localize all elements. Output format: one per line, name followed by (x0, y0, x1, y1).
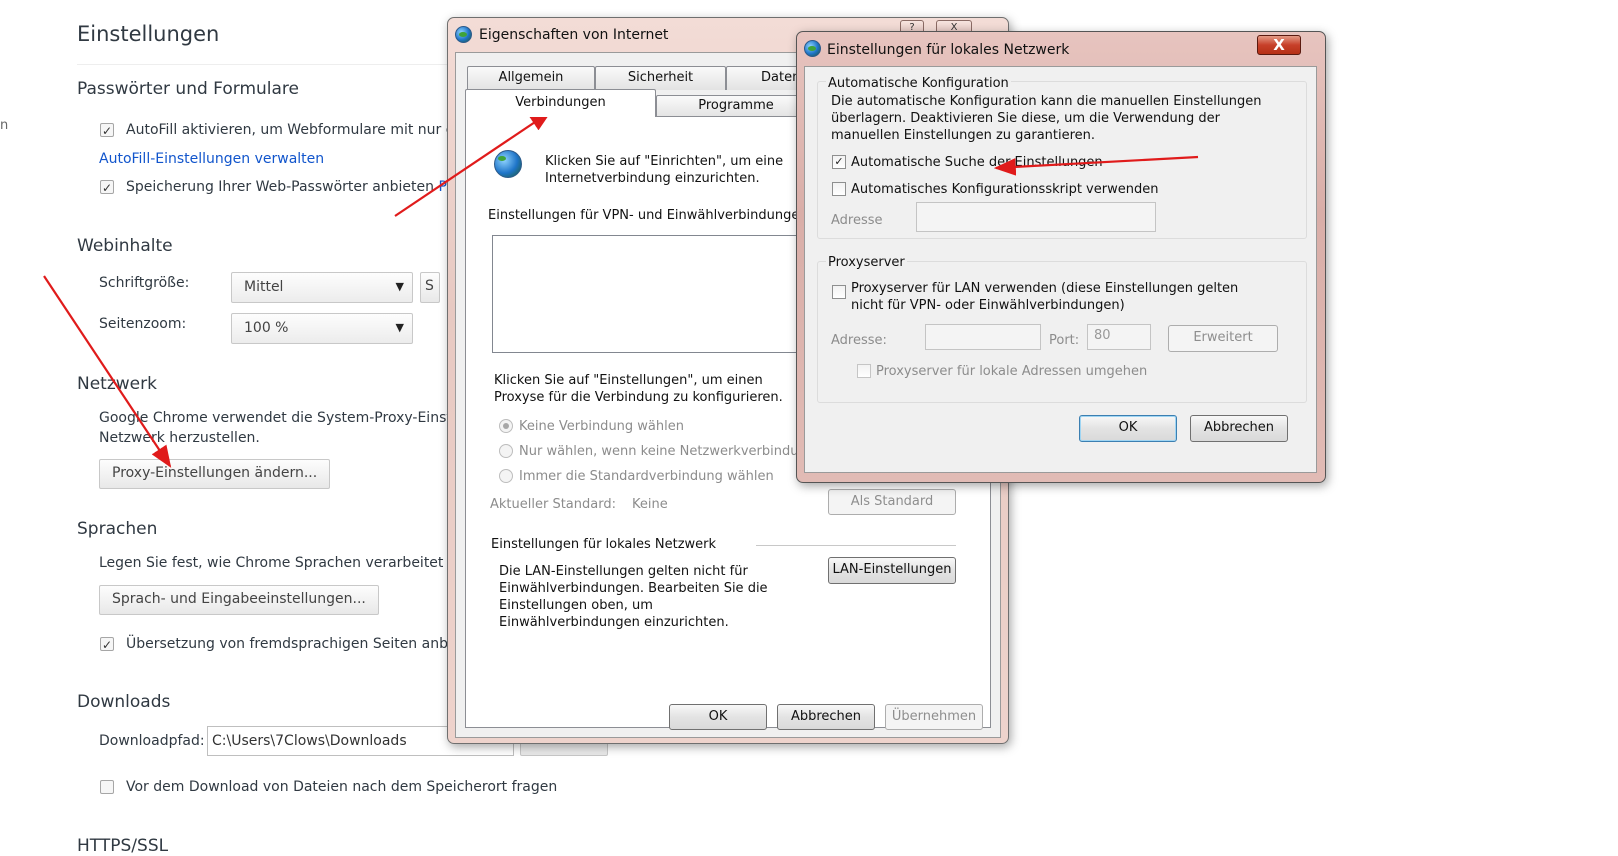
language-settings-button[interactable]: Sprach- und Eingabeeinstellungen... (99, 585, 379, 615)
port-field[interactable]: 80 (1087, 324, 1151, 350)
radio-no-dial[interactable] (499, 419, 513, 433)
internet-globe-icon (455, 26, 472, 43)
lan-divider (756, 545, 956, 546)
script-address-field[interactable] (916, 202, 1156, 232)
translate-label: Übersetzung von fremdsprachigen Seiten a… (126, 636, 461, 652)
proxy-settings-button[interactable]: Proxy-Einstellungen ändern... (99, 459, 331, 489)
auto-detect-label: Automatische Suche der Einstellungen (851, 155, 1103, 170)
section-downloads-heading: Downloads (77, 692, 171, 712)
autofill-checkbox[interactable]: ✓ (100, 123, 114, 138)
bypass-local-checkbox[interactable] (857, 364, 871, 378)
ask-download-location-label: Vor dem Download von Dateien nach dem Sp… (126, 779, 558, 795)
lan-ok-button[interactable]: OK (1079, 415, 1177, 442)
lan-client-area: Automatische Konfiguration Die automatis… (804, 66, 1317, 473)
lan-globe-icon (804, 40, 821, 57)
tab-sicherheit[interactable]: Sicherheit (595, 66, 726, 90)
section-passwords-heading: Passwörter und Formulare (77, 79, 299, 99)
tab-programme[interactable]: Programme (656, 95, 816, 117)
chevron-down-icon: ▼ (395, 321, 404, 334)
save-passwords-label: Speicherung Ihrer Web-Passwörter anbiete… (126, 179, 455, 195)
use-proxy-checkbox[interactable] (832, 285, 846, 299)
lan-text: Die LAN-Einstellungen gelten nicht für E… (499, 564, 768, 630)
proxy-server-group-title: Proxyserver (826, 254, 907, 271)
lan-heading: Einstellungen für lokales Netzwerk (491, 537, 717, 552)
section-web-heading: Webinhalte (77, 236, 173, 256)
proxy-address-field[interactable] (925, 324, 1041, 350)
advanced-button[interactable]: Erweitert (1168, 325, 1278, 352)
proxy-address-label: Adresse: (831, 333, 887, 348)
internet-options-cancel-button[interactable]: Abbrechen (777, 704, 875, 730)
auto-detect-checkbox[interactable]: ✓ (832, 155, 846, 169)
tab-verbindungen[interactable]: Verbindungen (465, 89, 656, 117)
radio-dial-when-no-network[interactable] (499, 444, 513, 458)
ask-download-location-checkbox[interactable] (100, 780, 114, 794)
script-address-label: Adresse (831, 213, 883, 228)
zoom-select[interactable]: 100 % ▼ (231, 313, 413, 344)
lan-dialog-title: Einstellungen für lokales Netzwerk (827, 42, 1070, 58)
lan-cancel-button[interactable]: Abbrechen (1190, 415, 1288, 442)
setup-text: Klicken Sie auf "Einrichten", um eine In… (545, 154, 784, 186)
section-languages-heading: Sprachen (77, 519, 158, 539)
vpn-connections-list[interactable] (492, 235, 824, 353)
auto-config-group-title: Automatische Konfiguration (826, 75, 1011, 92)
radio-always-dial-label: Immer die Standardverbindung wählen (519, 469, 774, 484)
save-passwords-checkbox[interactable]: ✓ (100, 180, 114, 195)
section-https-heading: HTTPS/SSL (77, 836, 169, 856)
auto-script-checkbox[interactable] (832, 182, 846, 196)
fontsize-select[interactable]: Mittel ▼ (231, 272, 413, 303)
use-proxy-label: Proxyserver für LAN verwenden (diese Ein… (851, 281, 1239, 313)
autofill-label: AutoFill aktivieren, um Webformulare mit… (126, 122, 455, 138)
lan-close-button[interactable]: X (1257, 35, 1301, 55)
proxy-settings-text: Klicken Sie auf "Einstellungen", um eine… (494, 373, 783, 405)
fontsize-value: Mittel (244, 279, 284, 295)
radio-dial-when-no-network-label: Nur wählen, wenn keine Netzwerkverbindun… (519, 444, 815, 459)
network-globe-icon (494, 150, 522, 178)
page-title: Einstellungen (77, 22, 220, 46)
vpn-heading: Einstellungen für VPN- und Einwählverbin… (488, 208, 808, 223)
radio-always-dial[interactable] (499, 469, 513, 483)
translate-checkbox[interactable]: ✓ (100, 637, 114, 652)
set-default-button[interactable]: Als Standard (828, 489, 956, 515)
languages-description: Legen Sie fest, wie Chrome Sprachen vera… (99, 555, 457, 571)
dialog-title: Eigenschaften von Internet (479, 27, 669, 43)
auto-script-label: Automatisches Konfigurationsskript verwe… (851, 182, 1159, 197)
download-path-label: Downloadpfad: (99, 733, 205, 749)
left-edge-fragment: n (0, 118, 9, 133)
network-description-line1: Google Chrome verwendet die System-Proxy… (99, 410, 461, 426)
lan-settings-dialog: Einstellungen für lokales Netzwerk X Aut… (796, 31, 1326, 483)
lan-settings-button[interactable]: LAN-Einstellungen (828, 557, 956, 584)
internet-options-ok-button[interactable]: OK (669, 704, 767, 730)
current-default-label: Aktueller Standard: (490, 497, 616, 512)
title-divider (77, 64, 447, 65)
zoom-label: Seitenzoom: (99, 316, 187, 332)
chevron-down-icon: ▼ (395, 280, 404, 293)
customize-fonts-button[interactable]: S (420, 272, 440, 303)
auto-config-description: Die automatische Konfiguration kann die … (831, 94, 1262, 143)
port-label: Port: (1049, 333, 1080, 348)
autofill-settings-link[interactable]: AutoFill-Einstellungen verwalten (99, 151, 324, 167)
radio-no-dial-label: Keine Verbindung wählen (519, 419, 684, 434)
fontsize-label: Schriftgröße: (99, 275, 190, 291)
network-description-line2: Netzwerk herzustellen. (99, 430, 260, 446)
bypass-local-label: Proxyserver für lokale Adressen umgehen (876, 364, 1148, 379)
zoom-value: 100 % (244, 320, 289, 336)
internet-options-apply-button[interactable]: Übernehmen (885, 704, 983, 730)
section-network-heading: Netzwerk (77, 374, 157, 394)
current-default-value: Keine (632, 497, 668, 512)
tab-allgemein[interactable]: Allgemein (467, 66, 595, 90)
